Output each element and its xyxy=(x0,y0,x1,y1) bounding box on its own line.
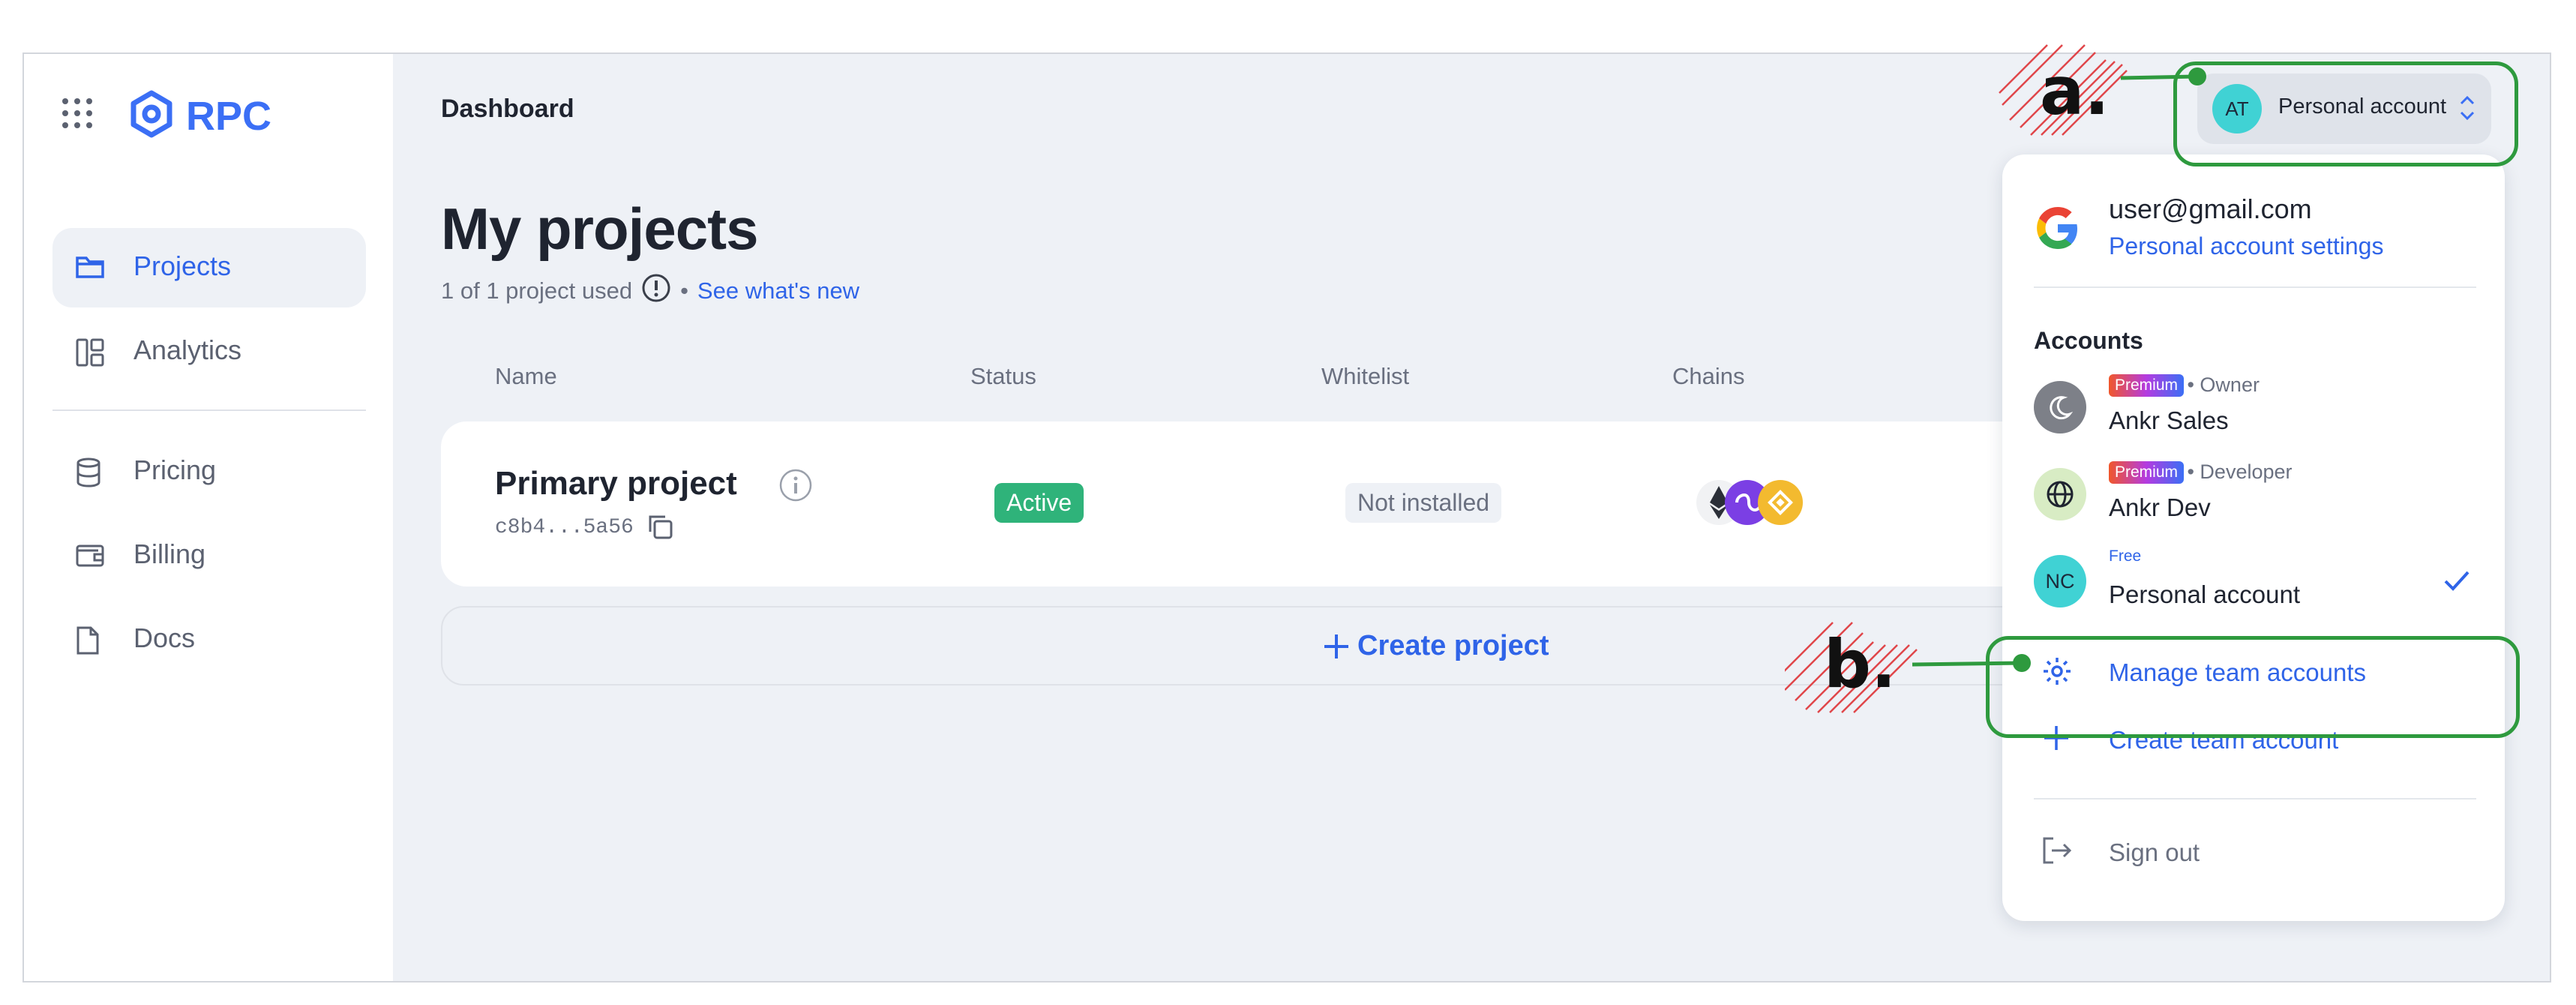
account-item-ankr-sales[interactable]: Premium • Owner Ankr Sales xyxy=(2034,374,2476,446)
column-header-chains: Chains xyxy=(1672,363,1745,389)
sidebar-item-analytics[interactable]: Analytics xyxy=(52,312,366,392)
sidebar-item-label: Docs xyxy=(133,622,196,653)
column-header-whitelist: Whitelist xyxy=(1321,363,1410,389)
user-email: user@gmail.com xyxy=(2109,194,2312,224)
premium-badge: Premium xyxy=(2109,374,2185,397)
usage-text: 1 of 1 project used xyxy=(441,278,633,304)
folder-icon xyxy=(75,254,105,284)
brand-name: RPC xyxy=(186,94,272,139)
free-badge: Free xyxy=(2109,548,2142,565)
sign-out-label: Sign out xyxy=(2109,838,2200,866)
moon-icon xyxy=(2034,381,2086,434)
sidebar-item-label: Pricing xyxy=(133,454,217,485)
info-circle-icon[interactable] xyxy=(641,273,671,309)
sidebar-item-docs[interactable]: Docs xyxy=(52,600,366,680)
wallet-icon xyxy=(75,542,105,572)
divider xyxy=(2034,286,2476,288)
bullet-separator: • xyxy=(680,278,688,304)
account-item-personal[interactable]: NC Free Personal account xyxy=(2034,548,2476,620)
usage-line: 1 of 1 project used • See what's new xyxy=(441,273,859,309)
analytics-icon xyxy=(75,338,105,371)
copy-icon[interactable] xyxy=(645,512,675,542)
divider xyxy=(2034,798,2476,800)
annotation-b-mark: b. xyxy=(1785,622,2031,713)
account-item-ankr-dev[interactable]: Premium • Developer Ankr Dev xyxy=(2034,460,2476,532)
annotation-b-label: b. xyxy=(1824,626,1896,703)
document-icon xyxy=(75,626,100,659)
project-name: Primary project xyxy=(495,465,737,502)
account-role: • Owner xyxy=(2187,374,2260,396)
chain-icons xyxy=(1695,478,1807,526)
sidebar-item-label: Projects xyxy=(133,250,232,281)
annotation-a-mark: a. xyxy=(1999,44,2206,136)
premium-badge: Premium xyxy=(2109,460,2185,484)
account-name: Ankr Sales xyxy=(2109,406,2229,434)
account-settings-link[interactable]: Personal account settings xyxy=(2109,232,2383,260)
sidebar-item-billing[interactable]: Billing xyxy=(52,516,366,596)
accounts-heading: Accounts xyxy=(2034,327,2143,354)
annotation-box-b xyxy=(1986,636,2520,738)
page-title: Dashboard xyxy=(441,94,574,123)
globe-icon xyxy=(2034,468,2086,520)
project-info-icon[interactable] xyxy=(778,468,813,502)
project-id: c8b4...5a56 xyxy=(495,516,634,539)
account-name: Personal account xyxy=(2109,580,2300,608)
checkmark-icon xyxy=(2443,570,2470,592)
column-header-name: Name xyxy=(495,363,557,389)
whats-new-link[interactable]: See what's new xyxy=(697,278,859,304)
google-icon xyxy=(2034,204,2082,252)
account-plan-line: Premium • Owner xyxy=(2109,374,2260,397)
account-dropdown: user@gmail.com Personal account settings… xyxy=(2002,154,2505,921)
sidebar-item-label: Analytics xyxy=(133,334,242,365)
bnb-icon xyxy=(1758,480,1803,525)
column-header-status: Status xyxy=(970,363,1036,389)
annotation-a-label: a. xyxy=(2040,52,2110,130)
project-row[interactable]: Primary project c8b4...5a56 Active Not i… xyxy=(441,422,2046,586)
projects-heading: My projects xyxy=(441,196,758,262)
avatar: NC xyxy=(2034,555,2086,608)
sidebar: RPC Projects Analytics Pricing Billing D… xyxy=(24,54,393,981)
sidebar-item-pricing[interactable]: Pricing xyxy=(52,432,366,512)
sign-out-item[interactable]: Sign out xyxy=(2034,822,2476,882)
sidebar-item-label: Billing xyxy=(133,538,206,569)
account-plan-line: Free xyxy=(2109,548,2141,566)
apps-grid-icon[interactable] xyxy=(60,96,94,130)
create-project-label: Create project xyxy=(1357,630,1549,662)
status-badge: Active xyxy=(994,483,1084,523)
sidebar-item-projects[interactable]: Projects xyxy=(52,228,366,308)
account-name: Ankr Dev xyxy=(2109,494,2211,521)
account-plan-line: Premium • Developer xyxy=(2109,460,2293,484)
rpc-logo-icon xyxy=(127,90,175,138)
plus-icon xyxy=(1321,632,1351,662)
sign-out-icon xyxy=(2041,836,2073,866)
account-role: • Developer xyxy=(2187,460,2293,483)
whitelist-badge: Not installed xyxy=(1345,483,1502,523)
sidebar-divider xyxy=(52,410,366,411)
database-icon xyxy=(75,458,102,491)
app-window: RPC Projects Analytics Pricing Billing D… xyxy=(22,52,2551,982)
